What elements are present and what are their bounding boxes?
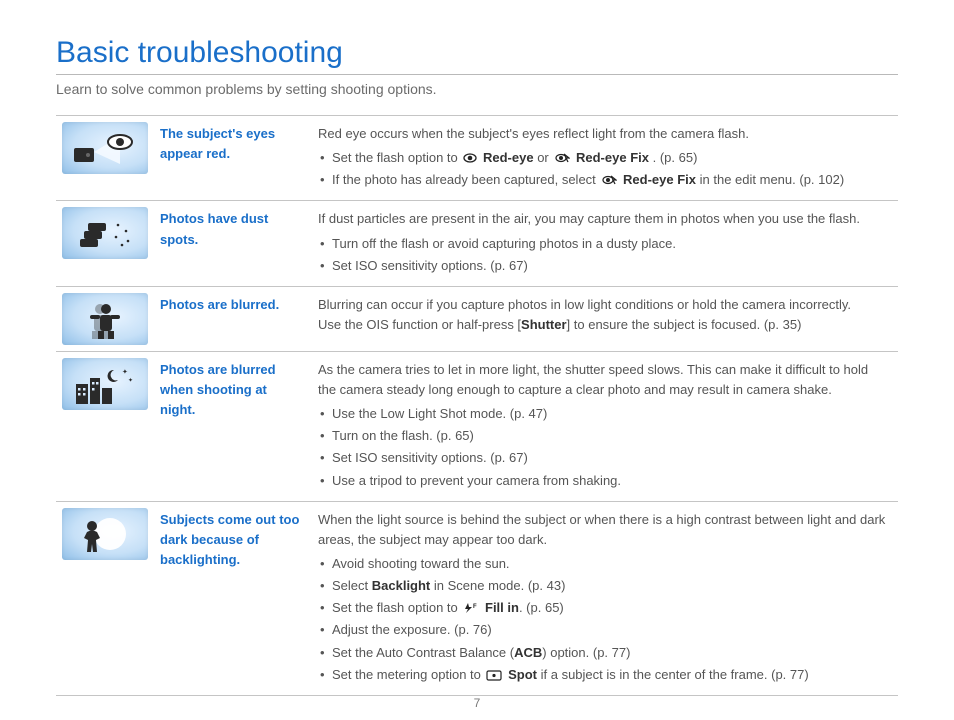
redeye-fix-icon bbox=[601, 174, 617, 186]
row-intro: When the light source is behind the subj… bbox=[318, 510, 888, 550]
row-thumb-night: ✦✦ bbox=[62, 358, 148, 410]
problem-label: Photos are blurred. bbox=[152, 286, 310, 351]
redeye-icon bbox=[463, 152, 477, 164]
backlight-icon bbox=[70, 512, 140, 556]
list-item: Set the Auto Contrast Balance (ACB) opti… bbox=[318, 643, 888, 665]
list-item: Set ISO sensitivity options. (p. 67) bbox=[318, 256, 888, 278]
row-thumb-red-eye bbox=[62, 122, 148, 174]
dust-icon bbox=[70, 211, 140, 255]
list-item: Adjust the exposure. (p. 76) bbox=[318, 620, 888, 642]
fill-in-flash-icon: F bbox=[463, 602, 479, 614]
page-number: 7 bbox=[0, 696, 954, 710]
spot-meter-icon bbox=[486, 670, 502, 681]
row-line: Use the OIS function or half-press [Shut… bbox=[318, 315, 888, 335]
lead-text: Learn to solve common problems by settin… bbox=[56, 81, 898, 97]
redeye-fix-icon bbox=[554, 152, 570, 164]
list-item: If the photo has already been captured, … bbox=[318, 170, 888, 192]
camera-redeye-icon bbox=[70, 126, 140, 170]
svg-text:F: F bbox=[473, 604, 477, 610]
page-title: Basic troubleshooting bbox=[56, 36, 898, 70]
problem-label: Subjects come out too dark because of ba… bbox=[152, 501, 310, 695]
row-intro: Red eye occurs when the subject's eyes r… bbox=[318, 124, 888, 144]
list-item: Use the Low Light Shot mode. (p. 47) bbox=[318, 404, 888, 426]
row-thumb-backlight bbox=[62, 508, 148, 560]
problem-label: Photos are blurred when shooting at nigh… bbox=[152, 351, 310, 501]
blur-person-icon bbox=[70, 297, 140, 341]
list-item: Select Backlight in Scene mode. (p. 43) bbox=[318, 576, 888, 598]
row-thumb-blur bbox=[62, 293, 148, 345]
list-item: Set ISO sensitivity options. (p. 67) bbox=[318, 448, 888, 470]
table-row: ✦✦ Photos are blurred when shooting at n… bbox=[56, 351, 898, 501]
table-row: The subject's eyes appear red. Red eye o… bbox=[56, 116, 898, 201]
table-row: Subjects come out too dark because of ba… bbox=[56, 501, 898, 695]
problem-label: The subject's eyes appear red. bbox=[152, 116, 310, 201]
list-item: Avoid shooting toward the sun. bbox=[318, 554, 888, 576]
list-item: Set the flash option to Red-eye or Red-e… bbox=[318, 148, 888, 170]
row-intro: If dust particles are present in the air… bbox=[318, 209, 888, 229]
svg-text:✦: ✦ bbox=[122, 368, 128, 376]
night-city-icon: ✦✦ bbox=[70, 362, 140, 406]
list-item: Turn on the flash. (p. 65) bbox=[318, 426, 888, 448]
list-item: Turn off the flash or avoid capturing ph… bbox=[318, 234, 888, 256]
table-row: Photos are blurred. Blurring can occur i… bbox=[56, 286, 898, 351]
row-thumb-dust bbox=[62, 207, 148, 259]
svg-text:✦: ✦ bbox=[128, 377, 133, 384]
list-item: Use a tripod to prevent your camera from… bbox=[318, 471, 888, 493]
row-intro: As the camera tries to let in more light… bbox=[318, 360, 888, 400]
table-row: Photos have dust spots. If dust particle… bbox=[56, 201, 898, 286]
problem-label: Photos have dust spots. bbox=[152, 201, 310, 286]
list-item: Set the metering option to Spot if a sub… bbox=[318, 665, 888, 687]
row-line: Blurring can occur if you capture photos… bbox=[318, 295, 888, 315]
troubleshooting-table: The subject's eyes appear red. Red eye o… bbox=[56, 115, 898, 696]
title-rule bbox=[56, 74, 898, 75]
list-item: Set the flash option to F Fill in. (p. 6… bbox=[318, 598, 888, 620]
